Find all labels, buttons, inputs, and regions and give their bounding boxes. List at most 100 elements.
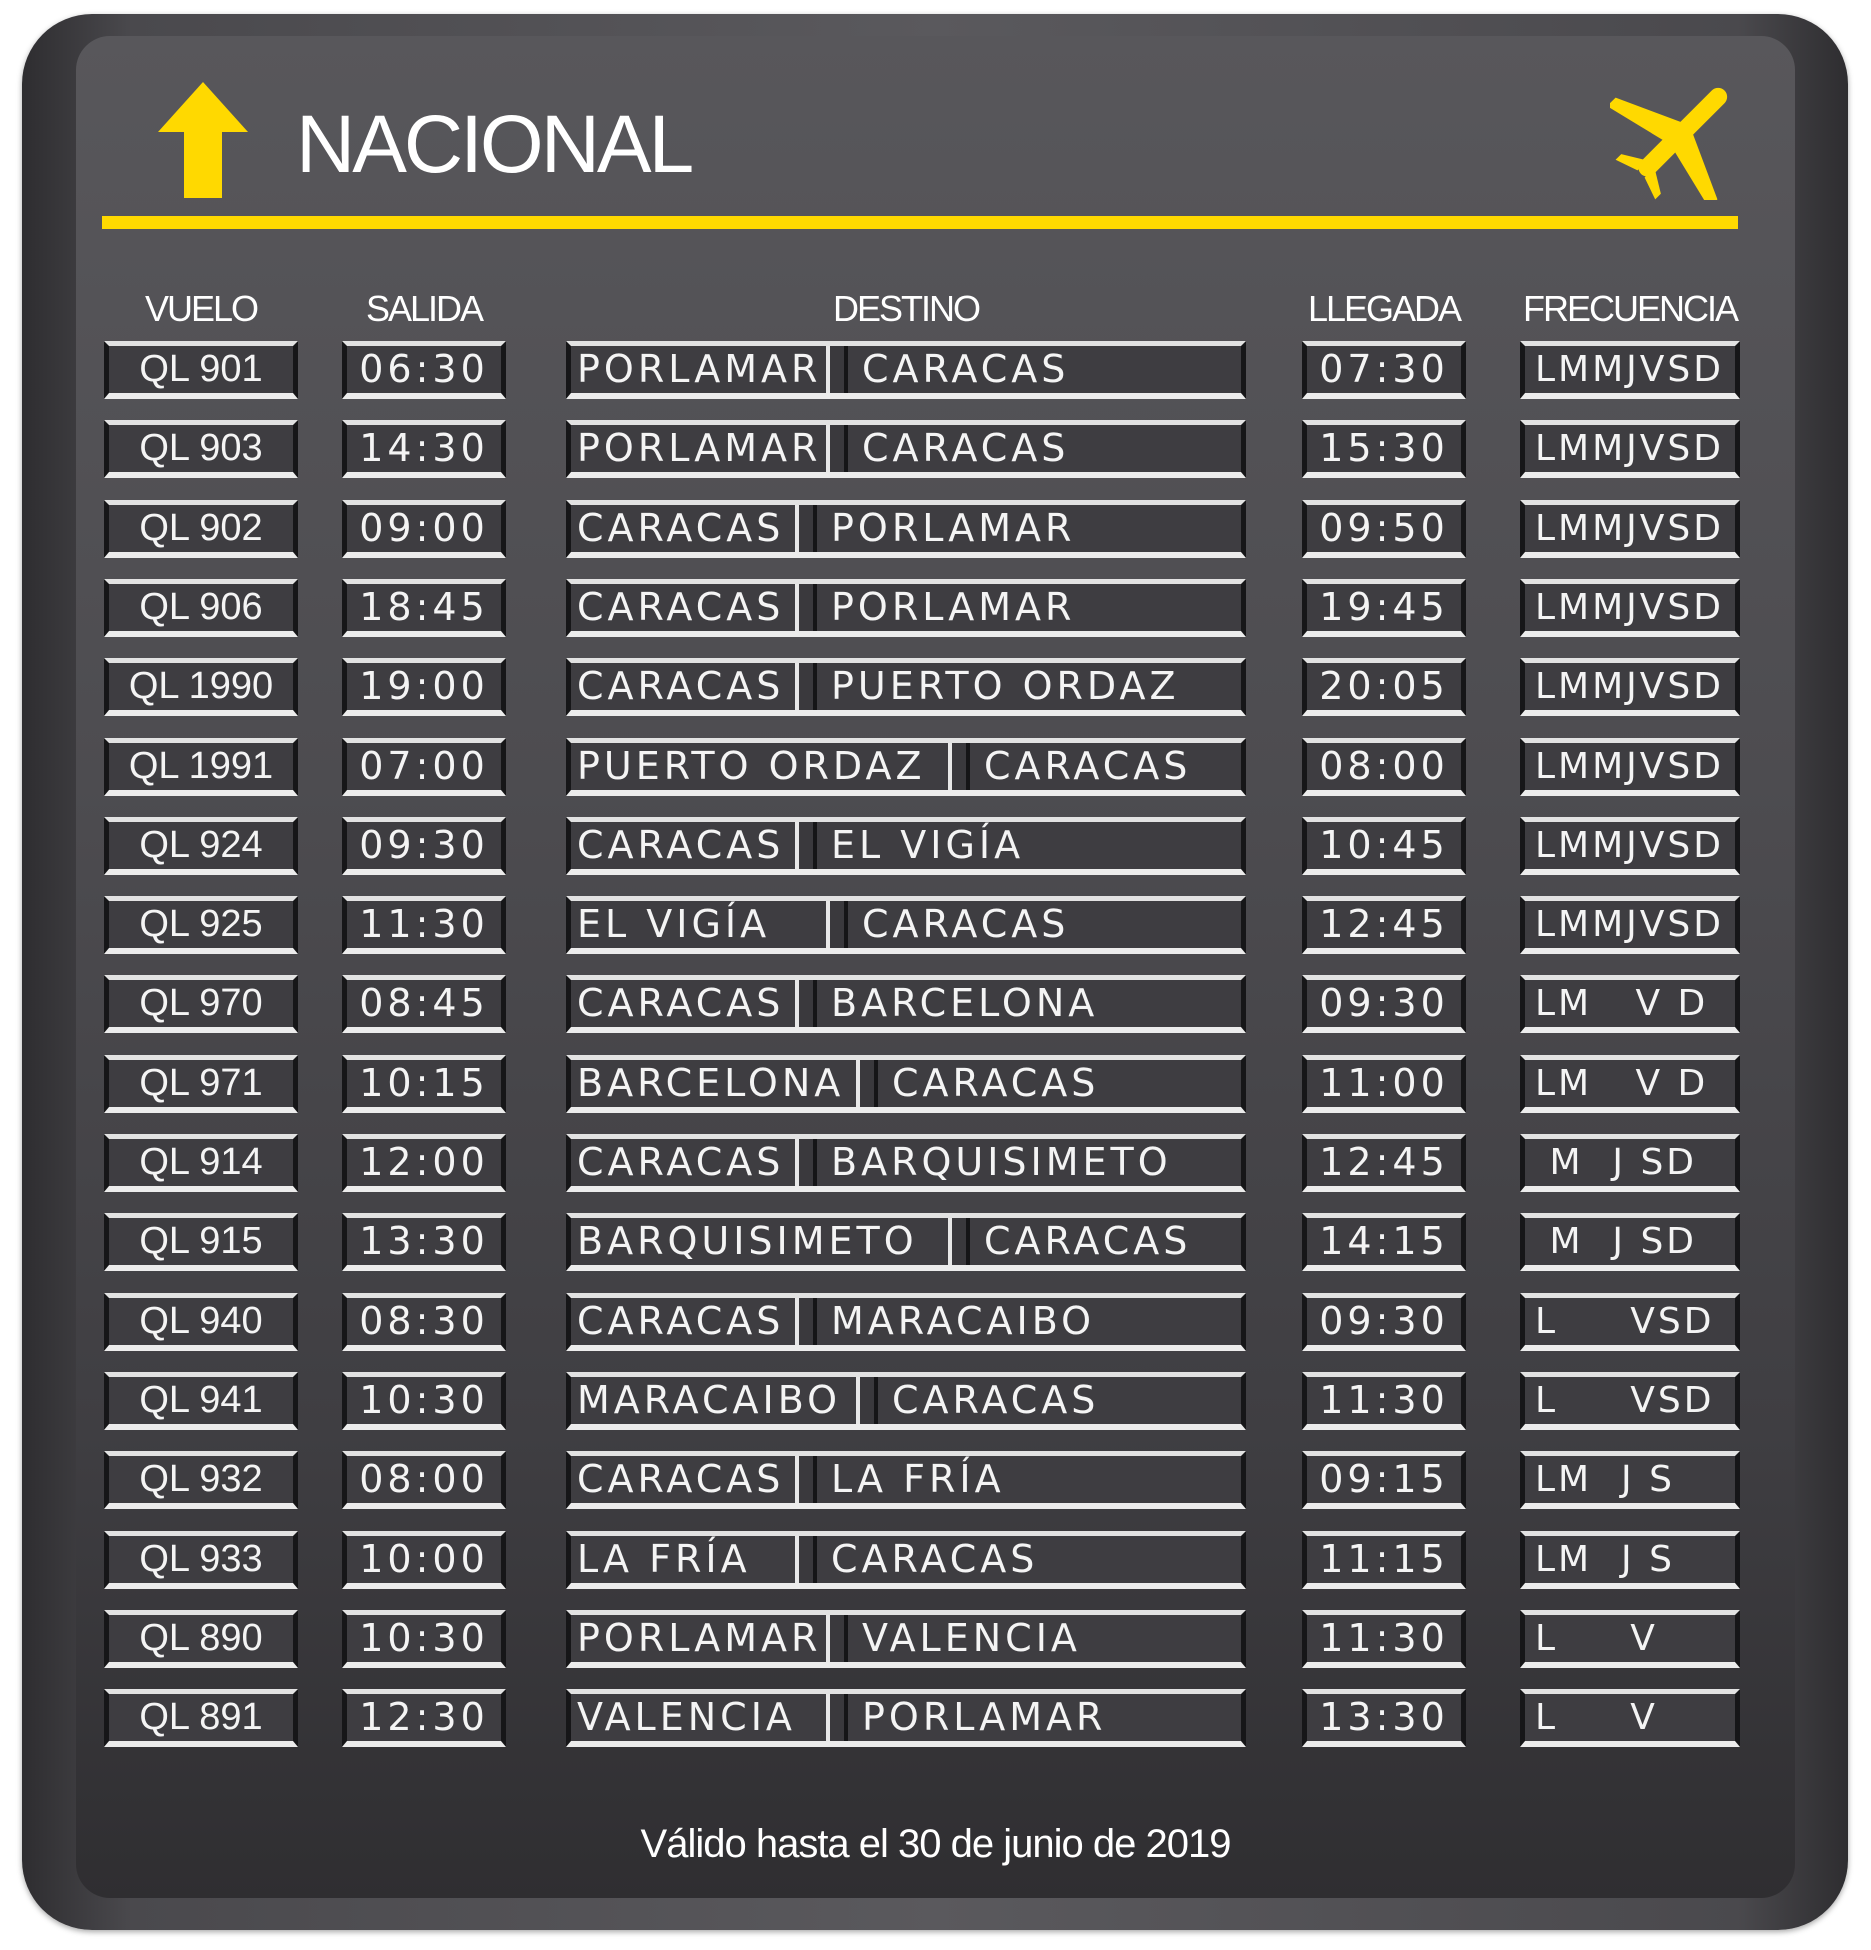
route-destination: CARACAS — [984, 1219, 1192, 1263]
route-origin: CARACAS — [577, 506, 785, 550]
route-destination: CARACAS — [984, 744, 1192, 788]
flight-row: QL 970 08:45 CARACAS BARCELONA 09:30 LM V D — [0, 975, 1871, 1033]
departure-time: 13:30 — [342, 1213, 506, 1271]
route-cell: MARACAIBO CARACAS — [566, 1372, 1246, 1430]
arrival-time: 09:15 — [1302, 1451, 1466, 1509]
route-origin: PUERTO ORDAZ — [577, 744, 926, 788]
flight-row: QL 914 12:00 CARACAS BARQUISIMETO 12:45 M J … — [0, 1134, 1871, 1192]
flight-row: QL 890 10:30 PORLAMAR VALENCIA 11:30 L V — [0, 1610, 1871, 1668]
arrival-time: 09:30 — [1302, 1293, 1466, 1351]
frequency-days: LM V D — [1520, 975, 1740, 1033]
frequency-days: LMMJVSD — [1520, 420, 1740, 478]
route-cell: CARACAS BARCELONA — [566, 975, 1246, 1033]
flight-number: QL 906 — [104, 579, 298, 637]
departure-time: 07:00 — [342, 738, 506, 796]
flight-number: QL 891 — [104, 1689, 298, 1747]
flight-number: QL 1990 — [104, 658, 298, 716]
route-origin: PORLAMAR — [577, 426, 822, 470]
route-destination: VALENCIA — [862, 1616, 1081, 1660]
flight-number: QL 914 — [104, 1134, 298, 1192]
route-origin: CARACAS — [577, 585, 785, 629]
arrival-time: 11:00 — [1302, 1055, 1466, 1113]
frequency-days: L V — [1520, 1689, 1740, 1747]
flight-row: QL 971 10:15 BARCELONA CARACAS 11:00 LM V D — [0, 1055, 1871, 1113]
route-destination: PORLAMAR — [831, 585, 1076, 629]
flight-row: QL 901 06:30 PORLAMAR CARACAS 07:30 LMMJVSD — [0, 341, 1871, 399]
route-origin: BARCELONA — [577, 1061, 845, 1105]
validity-note: Válido hasta el 30 de junio de 2019 — [640, 1822, 1232, 1866]
route-origin: CARACAS — [577, 664, 785, 708]
route-origin: PORLAMAR — [577, 1616, 822, 1660]
frequency-days: LMMJVSD — [1520, 341, 1740, 399]
route-destination: PORLAMAR — [831, 506, 1076, 550]
route-cell: BARQUISIMETO CARACAS — [566, 1213, 1246, 1271]
flight-row: QL 903 14:30 PORLAMAR CARACAS 15:30 LMMJVSD — [0, 420, 1871, 478]
route-origin: CARACAS — [577, 1140, 785, 1184]
flight-number: QL 933 — [104, 1531, 298, 1589]
flight-row: QL 933 10:00 LA FRÍA CARACAS 11:15 LM J S — [0, 1531, 1871, 1589]
route-cell: PORLAMAR VALENCIA — [566, 1610, 1246, 1668]
frequency-days: LMMJVSD — [1520, 817, 1740, 875]
route-divider — [795, 663, 817, 710]
arrival-time: 11:30 — [1302, 1372, 1466, 1430]
frequency-days: LM J S — [1520, 1531, 1740, 1589]
frequency-days: L VSD — [1520, 1293, 1740, 1351]
route-cell: PUERTO ORDAZ CARACAS — [566, 738, 1246, 796]
flight-row: QL 1991 07:00 PUERTO ORDAZ CARACAS 08:00 LMMJ… — [0, 738, 1871, 796]
flight-number: QL 901 — [104, 341, 298, 399]
route-divider — [795, 1536, 817, 1583]
flight-number: QL 940 — [104, 1293, 298, 1351]
route-destination: BARQUISIMETO — [831, 1140, 1172, 1184]
flight-row: QL 940 08:30 CARACAS MARACAIBO 09:30 L VSD — [0, 1293, 1871, 1351]
route-cell: CARACAS LA FRÍA — [566, 1451, 1246, 1509]
flight-row: QL 1990 19:00 CARACAS PUERTO ORDAZ 20:05 LMMJ… — [0, 658, 1871, 716]
arrival-time: 11:30 — [1302, 1610, 1466, 1668]
route-origin: BARQUISIMETO — [577, 1219, 918, 1263]
route-divider — [826, 346, 848, 393]
route-divider — [948, 743, 970, 790]
route-cell: LA FRÍA CARACAS — [566, 1531, 1246, 1589]
flight-row: QL 906 18:45 CARACAS PORLAMAR 19:45 LMMJVSD — [0, 579, 1871, 637]
route-cell: CARACAS PORLAMAR — [566, 500, 1246, 558]
route-origin: LA FRÍA — [577, 1537, 751, 1581]
route-divider — [795, 822, 817, 869]
flight-number: QL 902 — [104, 500, 298, 558]
departure-time: 09:00 — [342, 500, 506, 558]
route-origin: VALENCIA — [577, 1695, 796, 1739]
flight-row: QL 924 09:30 CARACAS EL VIGÍA 10:45 LMMJVSD — [0, 817, 1871, 875]
route-cell: CARACAS PUERTO ORDAZ — [566, 658, 1246, 716]
frequency-days: LM J S — [1520, 1451, 1740, 1509]
flight-number: QL 903 — [104, 420, 298, 478]
route-origin: CARACAS — [577, 1457, 785, 1501]
route-cell: CARACAS EL VIGÍA — [566, 817, 1246, 875]
frequency-days: LMMJVSD — [1520, 738, 1740, 796]
departure-time: 10:30 — [342, 1610, 506, 1668]
departure-time: 19:00 — [342, 658, 506, 716]
route-origin: CARACAS — [577, 1299, 785, 1343]
route-divider — [795, 505, 817, 552]
arrival-time: 15:30 — [1302, 420, 1466, 478]
route-origin: PORLAMAR — [577, 347, 822, 391]
route-divider — [856, 1060, 878, 1107]
departure-time: 10:15 — [342, 1055, 506, 1113]
route-destination: CARACAS — [862, 347, 1070, 391]
frequency-days: LMMJVSD — [1520, 579, 1740, 637]
flight-row: QL 925 11:30 EL VIGÍA CARACAS 12:45 LMMJVSD — [0, 896, 1871, 954]
route-divider — [795, 1456, 817, 1503]
frequency-days: LMMJVSD — [1520, 500, 1740, 558]
flight-number: QL 1991 — [104, 738, 298, 796]
route-origin: CARACAS — [577, 823, 785, 867]
departure-time: 08:45 — [342, 975, 506, 1033]
departure-time: 09:30 — [342, 817, 506, 875]
arrival-time: 08:00 — [1302, 738, 1466, 796]
flight-row: QL 891 12:30 VALENCIA PORLAMAR 13:30 L V — [0, 1689, 1871, 1747]
departure-time: 08:00 — [342, 1451, 506, 1509]
route-origin: CARACAS — [577, 981, 785, 1025]
flight-number: QL 971 — [104, 1055, 298, 1113]
route-divider — [795, 584, 817, 631]
route-cell: BARCELONA CARACAS — [566, 1055, 1246, 1113]
route-cell: CARACAS BARQUISIMETO — [566, 1134, 1246, 1192]
route-cell: EL VIGÍA CARACAS — [566, 896, 1246, 954]
flight-row: QL 941 10:30 MARACAIBO CARACAS 11:30 L VSD — [0, 1372, 1871, 1430]
arrival-time: 13:30 — [1302, 1689, 1466, 1747]
